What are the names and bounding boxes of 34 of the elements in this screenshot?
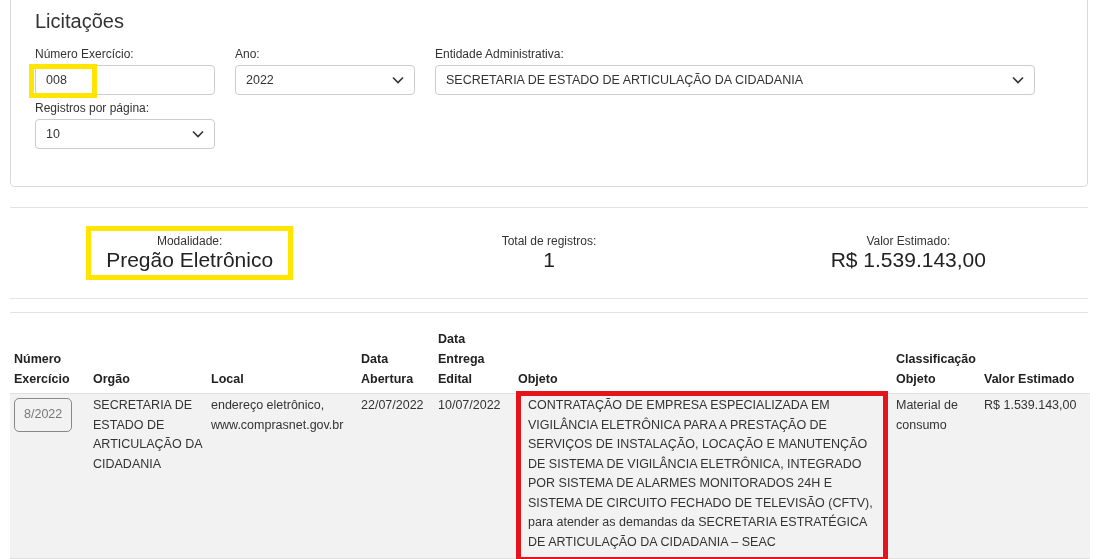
- table-cell: 22/07/2022: [361, 398, 424, 412]
- stat-value: 1: [543, 248, 555, 272]
- exercise-number-button[interactable]: 8/2022: [14, 398, 73, 432]
- column-header: Objeto: [514, 325, 892, 394]
- field-label: Número Exercício:: [35, 47, 134, 61]
- column-header: Número Exercício: [10, 325, 89, 394]
- field-label: Ano:: [235, 47, 260, 61]
- select-field[interactable]: SECRETARIA DE ESTADO DE ARTICULAÇÃO DA CIDADANIA: [435, 65, 1035, 95]
- stat-label: Total de registros:: [501, 234, 597, 248]
- input-field[interactable]: 008: [35, 65, 215, 95]
- column-header: Local: [207, 325, 357, 394]
- field-label: Entidade Administrativa:: [435, 47, 564, 61]
- table-cell: Material de consumo: [896, 398, 958, 432]
- column-header: Data Abertura: [357, 325, 434, 394]
- stat-value: Pregão Eletrônico: [106, 248, 274, 272]
- column-header: Valor Estimado: [980, 325, 1090, 394]
- table-cell: CONTRATAÇÃO DE EMPRESA ESPECIALIZADA EM VIGILÂNCIA ELETRÔNICA PARA A PRESTAÇÃO DE SERVIÇOS DE INSTALAÇÃO, LOCAÇÃO E MANUTENÇÃO DE SISTEMA DE VIGILÂNCIA ELETRÔNICA, INTEGRADO POR SISTEMA DE ALARMES MONITORADOS 24H E SISTEMA DE CIRCUITO FECHADO DE TELEVISÃO (CFTV), para atender as demandas da SECRETARIA ESTRATÉGICA DE ARTICULAÇÃO DA CIDADANIA – SEAC: [528, 398, 873, 549]
- page-title: Licitações: [35, 10, 124, 33]
- select-field[interactable]: 2022: [235, 65, 415, 95]
- column-header: Classificação Objeto: [892, 325, 980, 394]
- column-header: Data Entrega Edital: [434, 325, 514, 394]
- column-header: Orgão: [89, 325, 207, 394]
- chevron-down-icon: [1012, 76, 1024, 84]
- table-cell: 10/07/2022: [438, 398, 501, 412]
- stat-value: R$ 1.539.143,00: [830, 248, 986, 272]
- stat-label: Modalidade:: [156, 234, 223, 248]
- table-cell: R$ 1.539.143,00: [984, 398, 1077, 412]
- select-field[interactable]: 10: [35, 119, 215, 149]
- table-cell: endereço eletrônico, www.comprasnet.gov.br: [211, 398, 344, 432]
- chevron-down-icon: [192, 130, 204, 138]
- field-label: Registros por página:: [35, 101, 150, 115]
- table-cell: SECRETARIA DE ESTADO DE ARTICULAÇÃO DA CIDADANIA: [93, 398, 202, 471]
- stat-label: Valor Estimado:: [866, 234, 951, 248]
- chevron-down-icon: [392, 76, 404, 84]
